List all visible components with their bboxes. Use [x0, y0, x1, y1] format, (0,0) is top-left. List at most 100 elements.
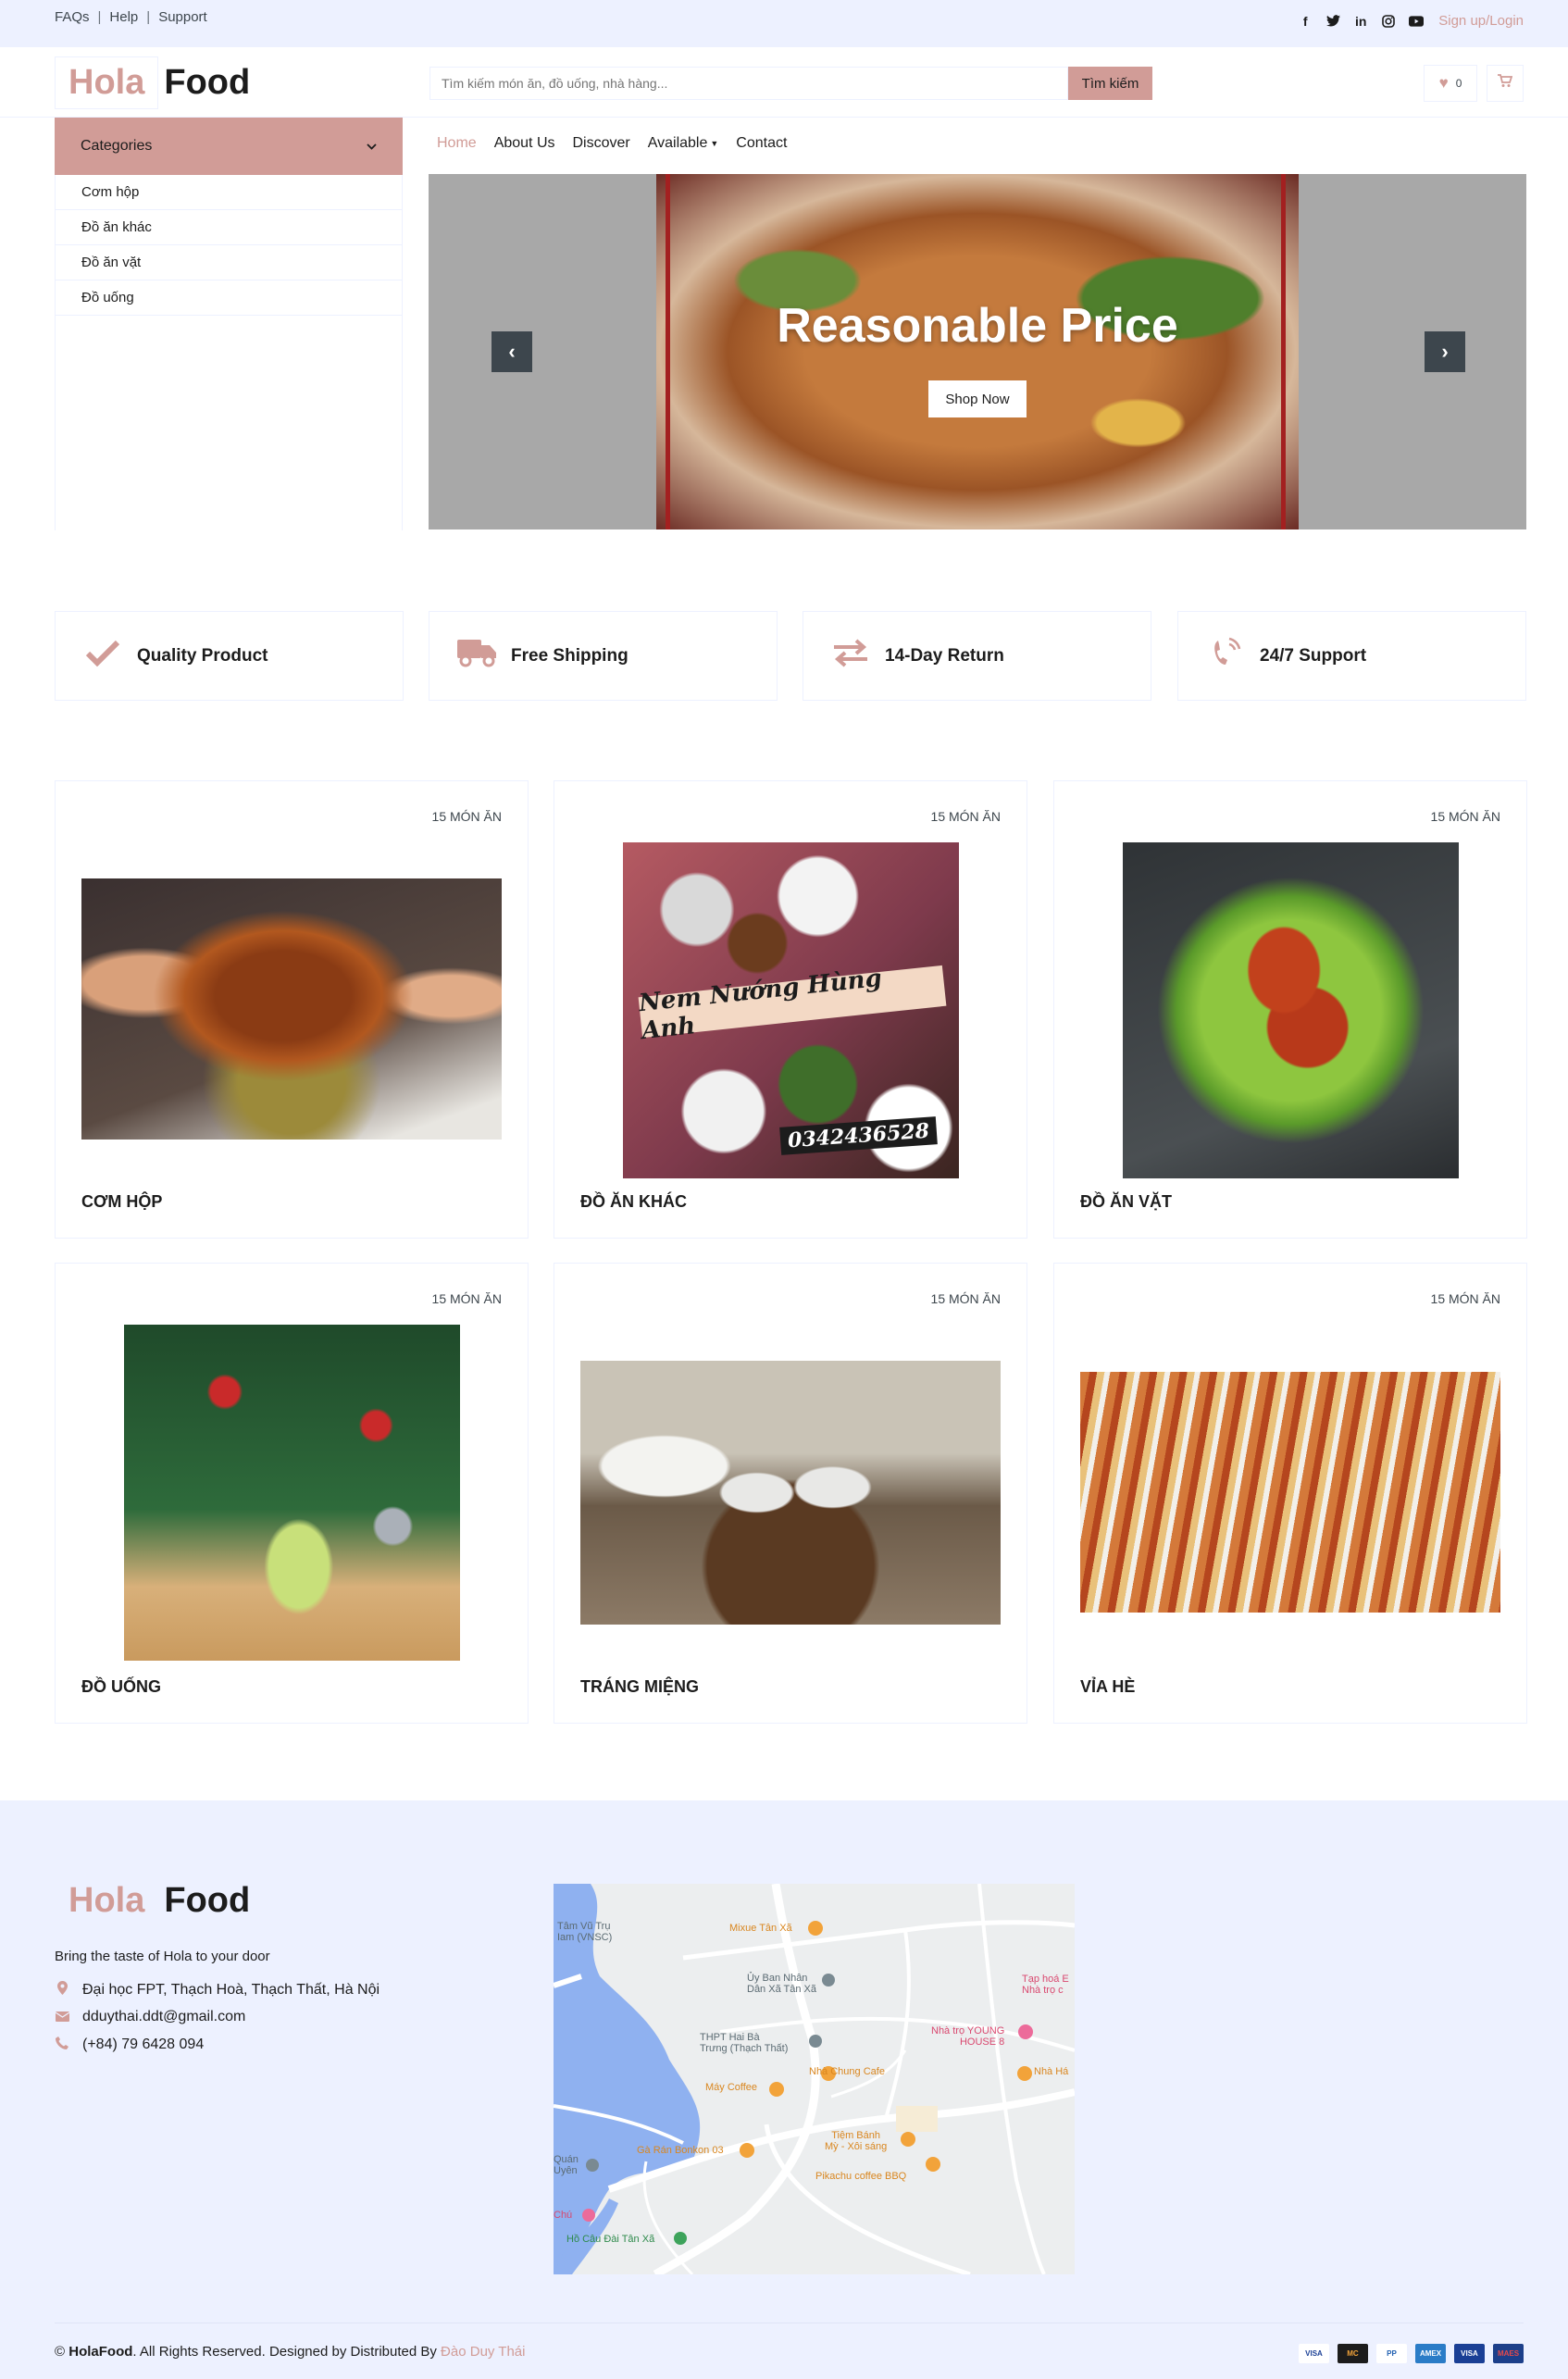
footer: Hola Food Bring the taste of Hola to you…	[0, 1800, 1568, 2379]
category-item-com-hop[interactable]: Cơm hộp	[56, 175, 402, 210]
search-button[interactable]: Tìm kiếm	[1068, 67, 1152, 100]
carousel-next-button[interactable]: ›	[1425, 331, 1465, 372]
do-an-vat-image	[1123, 842, 1459, 1178]
wishlist-button[interactable]: ♥ 0	[1424, 65, 1477, 102]
footer-brand-logo[interactable]: Hola Food	[55, 1875, 250, 1927]
image-phone-label: 0342436528	[779, 1116, 938, 1155]
nav-contact[interactable]: Contact	[736, 135, 787, 152]
footer-address: Đại học FPT, Thạch Hoà, Thạch Thất, Hà N…	[55, 1981, 380, 1999]
map-label: Quán Uyên	[554, 2154, 579, 2177]
brand-logo[interactable]: Hola Food	[55, 56, 250, 109]
instagram-icon[interactable]	[1381, 14, 1396, 29]
map-label: Ủy Ban Nhân Dân Xã Tân Xã	[747, 1973, 817, 1996]
faqs-link[interactable]: FAQs	[55, 9, 90, 25]
category-name: VỈA HÈ	[1080, 1677, 1136, 1696]
top-links: FAQs | Help | Support	[55, 9, 207, 25]
category-card-com-hop[interactable]: 15 MÓN ĂN CƠM HỘP	[55, 780, 529, 1239]
main-nav: Home About Us Discover Available ▼ Contac…	[437, 135, 787, 152]
dish-count: 15 MÓN ĂN	[431, 809, 502, 824]
category-item-do-an-vat[interactable]: Đồ ăn vặt	[56, 245, 402, 280]
dish-count: 15 MÓN ĂN	[930, 809, 1001, 824]
copyright-brand: HolaFood	[68, 2344, 133, 2360]
email-text[interactable]: dduythai.ddt@gmail.com	[82, 2009, 245, 2025]
dish-count: 15 MÓN ĂN	[431, 1291, 502, 1306]
feature-14-day-return: 14-Day Return	[803, 611, 1151, 701]
exchange-arrows-icon	[829, 637, 872, 676]
footer-email: dduythai.ddt@gmail.com	[55, 2009, 245, 2025]
facebook-icon[interactable]: f	[1298, 14, 1313, 29]
category-name: ĐỒ ĂN KHÁC	[580, 1192, 687, 1211]
shop-now-button[interactable]: Shop Now	[928, 380, 1027, 417]
amex-card-icon: AMEX	[1415, 2344, 1446, 2363]
category-item-do-uong[interactable]: Đồ uống	[56, 280, 402, 316]
copyright-text: . All Rights Reserved. Designed by Distr…	[132, 2344, 437, 2360]
separator: |	[97, 9, 102, 25]
categories-toggle[interactable]: Categories	[55, 118, 403, 175]
nav-available-label: Available	[647, 135, 708, 151]
dish-count: 15 MÓN ĂN	[1430, 809, 1500, 824]
category-item-do-an-khac[interactable]: Đồ ăn khác	[56, 210, 402, 245]
nav-home[interactable]: Home	[437, 135, 477, 152]
separator: |	[146, 9, 151, 25]
categories-title: Categories	[81, 138, 153, 154]
nav-available-dropdown[interactable]: Available ▼	[648, 135, 719, 152]
logo-hola: Hola	[55, 56, 159, 109]
feature-free-shipping: Free Shipping	[429, 611, 778, 701]
mastercard-icon: MC	[1338, 2344, 1368, 2363]
cart-button[interactable]	[1487, 65, 1524, 102]
category-card-do-an-khac[interactable]: 15 MÓN ĂN Nem Nướng Hùng Anh 0342436528 …	[554, 780, 1027, 1239]
signup-login-link[interactable]: Sign up/Login	[1438, 13, 1524, 29]
copyright-symbol: ©	[55, 2344, 69, 2360]
caret-down-icon: ▼	[710, 138, 719, 148]
category-card-do-an-vat[interactable]: 15 MÓN ĂN ĐỒ ĂN VẶT	[1053, 780, 1527, 1239]
visa-card-icon: VISA	[1299, 2344, 1329, 2363]
address-text: Đại học FPT, Thạch Hoà, Thạch Thất, Hà N…	[82, 1981, 380, 1998]
footer-description: Bring the taste of Hola to your door	[55, 1949, 270, 1964]
location-map[interactable]: Tâm Vũ Trụ Iam (VNSC) Mixue Tân Xã Ủy Ban…	[554, 1884, 1075, 2274]
feature-label: Quality Product	[137, 645, 268, 666]
linkedin-icon[interactable]: in	[1353, 14, 1368, 29]
feature-label: Free Shipping	[511, 645, 628, 666]
map-label: THPT Hai Bà Trưng (Thạch Thất)	[700, 2032, 789, 2055]
dish-count: 15 MÓN ĂN	[930, 1291, 1001, 1306]
chevron-right-icon: ›	[1441, 340, 1449, 363]
image-caption-banner: Nem Nướng Hùng Anh	[638, 965, 947, 1045]
feature-label: 24/7 Support	[1260, 645, 1367, 666]
nav-discover[interactable]: Discover	[573, 135, 630, 152]
map-label: Nhà trọ YOUNG HOUSE 8	[931, 2025, 1005, 2049]
category-card-via-he[interactable]: 15 MÓN ĂN VỈA HÈ	[1053, 1263, 1527, 1724]
check-icon	[81, 637, 124, 676]
category-name: ĐỒ ĂN VẶT	[1080, 1192, 1172, 1211]
author-link[interactable]: Đào Duy Thái	[441, 2344, 525, 2360]
dish-count: 15 MÓN ĂN	[1430, 1291, 1500, 1306]
support-link[interactable]: Support	[158, 9, 207, 25]
phone-text[interactable]: (+84) 79 6428 094	[82, 2036, 204, 2053]
shopping-cart-icon	[1498, 74, 1513, 93]
heart-icon: ♥	[1438, 74, 1449, 92]
hero-title: Reasonable Price	[777, 299, 1178, 353]
map-label: Tâm Vũ Trụ Iam (VNSC)	[557, 1921, 613, 1944]
logo-food: Food	[164, 1881, 251, 1920]
paypal-icon: PP	[1376, 2344, 1407, 2363]
do-uong-image	[124, 1325, 460, 1661]
carousel-prev-button[interactable]: ‹	[492, 331, 532, 372]
twitter-icon[interactable]	[1325, 14, 1340, 29]
category-card-trang-mieng[interactable]: 15 MÓN ĂN TRÁNG MIỆNG	[554, 1263, 1027, 1724]
feature-label: 14-Day Return	[885, 645, 1004, 666]
header-actions: ♥ 0	[1424, 65, 1524, 102]
category-card-do-uong[interactable]: 15 MÓN ĂN ĐỒ UỐNG	[55, 1263, 529, 1724]
map-marker-icon	[55, 1981, 69, 1999]
map-label: Nhà Chung Cafe	[809, 2066, 885, 2077]
search-input[interactable]	[429, 67, 1068, 100]
map-canvas	[554, 1884, 1075, 2274]
envelope-icon	[55, 2010, 69, 2025]
help-link[interactable]: Help	[109, 9, 138, 25]
category-name: ĐỒ UỐNG	[81, 1677, 162, 1696]
footer-phone: (+84) 79 6428 094	[55, 2036, 204, 2053]
payment-methods: VISA MC PP AMEX VISA MAES	[1299, 2344, 1524, 2363]
social-links: f in Sign up/Login	[1298, 13, 1524, 29]
map-label: Nhà Há	[1034, 2066, 1069, 2077]
nav-about-us[interactable]: About Us	[494, 135, 555, 152]
map-label: Mixue Tân Xã	[729, 1923, 792, 1934]
youtube-icon[interactable]	[1409, 14, 1425, 29]
